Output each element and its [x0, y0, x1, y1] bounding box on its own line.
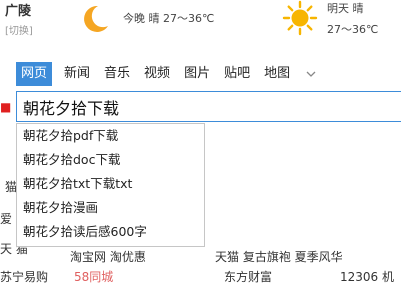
suggestion-item[interactable]: 朝花夕拾pdf下载: [17, 124, 204, 148]
city-name: 广陵: [5, 4, 32, 19]
tab-tieba[interactable]: 贴吧: [224, 62, 250, 86]
weather-tonight: 今晚 晴 27～36℃: [123, 12, 215, 25]
tab-news[interactable]: 新闻: [64, 62, 90, 86]
tab-images[interactable]: 图片: [184, 62, 210, 86]
weather-tomorrow: 明天 晴: [327, 2, 364, 15]
moon-icon: [84, 5, 108, 32]
bg-row4-right[interactable]: 12306 机: [340, 268, 394, 285]
search-box[interactable]: [16, 91, 401, 122]
bg-row4-mid[interactable]: 58同城: [74, 268, 113, 285]
suggestion-item[interactable]: 朝花夕拾漫画: [17, 196, 204, 220]
bg-row4-left[interactable]: 苏宁易购: [0, 268, 48, 285]
bg-row3-mid[interactable]: 淘宝网 淘优惠: [70, 248, 146, 265]
tab-music[interactable]: 音乐: [104, 62, 130, 86]
switch-city-link[interactable]: [切换]: [5, 22, 33, 37]
search-input[interactable]: [17, 92, 401, 121]
suggestion-dropdown: 朝花夕拾pdf下载 朝花夕拾doc下载 朝花夕拾txt下载txt 朝花夕拾漫画 …: [16, 123, 205, 247]
suggestion-item[interactable]: 朝花夕拾读后感600字: [17, 220, 204, 244]
search-tabs: 网页 新闻 音乐 视频 图片 贴吧 地图: [16, 62, 316, 86]
bg-row4-mid2[interactable]: 东方财富: [224, 268, 272, 285]
bg-row3-right[interactable]: 天猫 复古旗袍 夏季风华: [215, 248, 343, 265]
chevron-down-icon[interactable]: [306, 69, 316, 79]
tab-video[interactable]: 视频: [144, 62, 170, 86]
weather-tomorrow-temp: 27～36℃: [327, 23, 379, 36]
tab-map[interactable]: 地图: [264, 62, 290, 86]
suggestion-item[interactable]: 朝花夕拾doc下载: [17, 148, 204, 172]
left-edge-marker: ■: [0, 100, 12, 114]
suggestion-item[interactable]: 朝花夕拾txt下载txt: [17, 172, 204, 196]
tab-web[interactable]: 网页: [16, 62, 53, 86]
sun-icon: [282, 0, 318, 36]
bg-left-2: 爱: [0, 212, 13, 226]
